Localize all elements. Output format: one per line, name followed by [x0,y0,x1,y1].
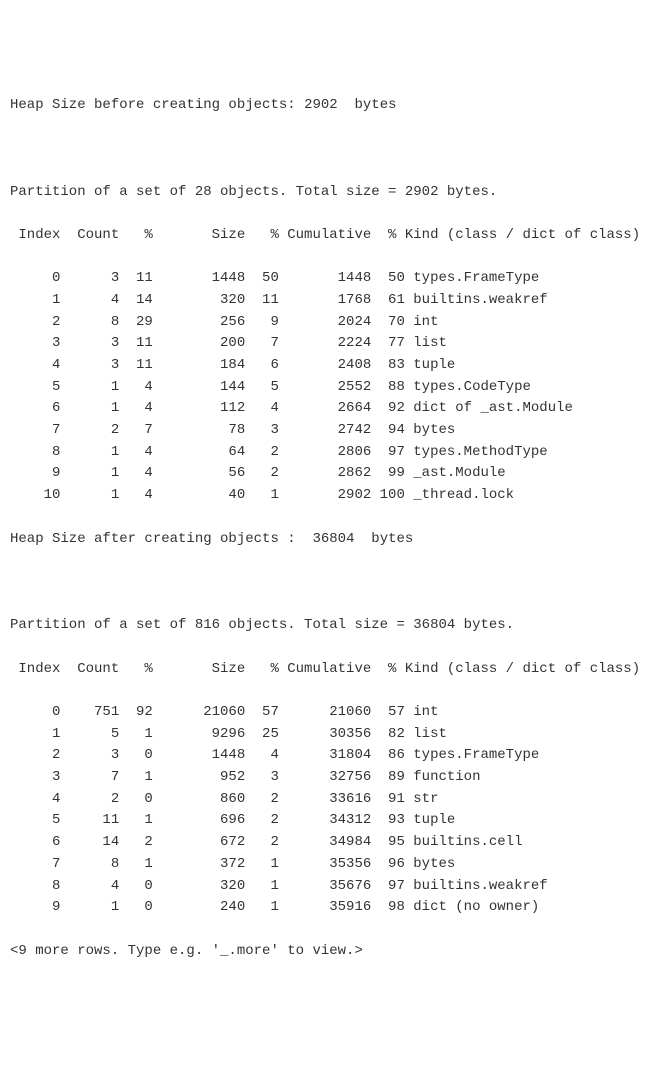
heap-before-value: 2902 [304,97,338,113]
table-row: 8 1 4 64 2 2806 97 types.MethodType [10,442,641,464]
table-row: 0 3 11 1448 50 1448 50 types.FrameType [10,268,641,290]
table-row: 3 7 1 952 3 32756 89 function [10,767,641,789]
heap-after-line: Heap Size after creating objects : 36804… [10,529,641,551]
table-row: 6 14 2 672 2 34984 95 builtins.cell [10,832,641,854]
partition2-columns: Index Count % Size % Cumulative % Kind (… [10,659,641,681]
table-row: 4 2 0 860 2 33616 91 str [10,789,641,811]
partition1-columns: Index Count % Size % Cumulative % Kind (… [10,225,641,247]
heap-before-line: Heap Size before creating objects: 2902 … [10,95,641,117]
heap-after-value: 36804 [312,531,354,547]
table-row: 8 4 0 320 1 35676 97 builtins.weakref [10,876,641,898]
table-row: 9 1 4 56 2 2862 99 _ast.Module [10,463,641,485]
table-row: 7 2 7 78 3 2742 94 bytes [10,420,641,442]
table-row: 1 5 1 9296 25 30356 82 list [10,724,641,746]
table-row: 5 1 4 144 5 2552 88 types.CodeType [10,377,641,399]
table-row: 5 11 1 696 2 34312 93 tuple [10,810,641,832]
heap-before-unit: bytes [354,97,396,113]
table-row: 10 1 4 40 1 2902 100 _thread.lock [10,485,641,507]
table-row: 7 8 1 372 1 35356 96 bytes [10,854,641,876]
table-row: 1 4 14 320 11 1768 61 builtins.weakref [10,290,641,312]
table-row: 4 3 11 184 6 2408 83 tuple [10,355,641,377]
partition2-header: Partition of a set of 816 objects. Total… [10,615,641,637]
table-row: 2 3 0 1448 4 31804 86 types.FrameType [10,745,641,767]
table-row: 2 8 29 256 9 2024 70 int [10,312,641,334]
partition1-header: Partition of a set of 28 objects. Total … [10,182,641,204]
heap-before-label: Heap Size before creating objects: [10,97,296,113]
more-rows-footer: <9 more rows. Type e.g. '_.more' to view… [10,941,641,963]
table-row: 3 3 11 200 7 2224 77 list [10,333,641,355]
heap-after-unit: bytes [371,531,413,547]
table-row: 9 1 0 240 1 35916 98 dict (no owner) [10,897,641,919]
blank-line [10,572,641,594]
table-row: 6 1 4 112 4 2664 92 dict of _ast.Module [10,398,641,420]
blank-line [10,138,641,160]
heap-after-label: Heap Size after creating objects : [10,531,296,547]
table-row: 0 751 92 21060 57 21060 57 int [10,702,641,724]
